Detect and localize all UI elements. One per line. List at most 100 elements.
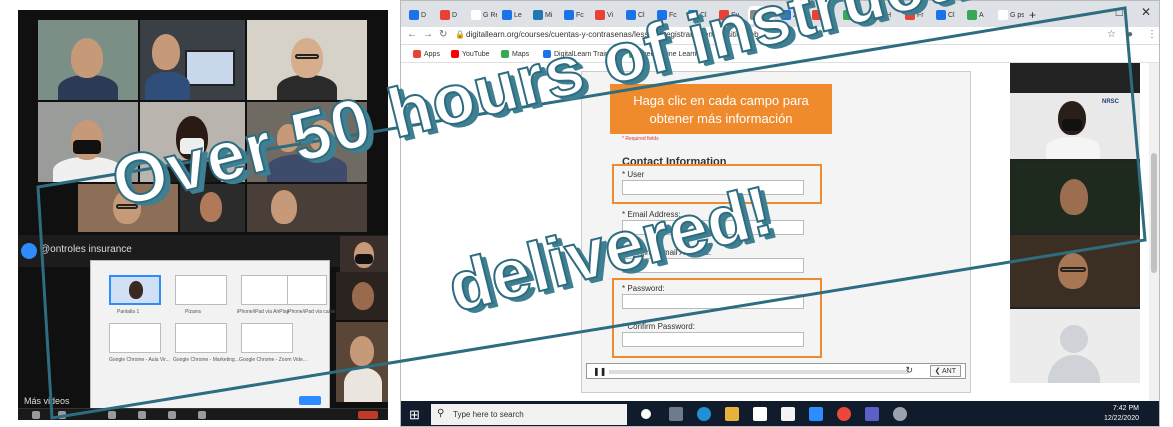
- tab-favicon-icon: [502, 10, 512, 20]
- tab-label: D: [421, 11, 427, 19]
- previous-button[interactable]: ❮ ANT: [929, 365, 961, 377]
- browser-tab[interactable]: Le: [500, 6, 528, 24]
- leave-button[interactable]: [358, 411, 378, 419]
- chat-icon[interactable]: [138, 411, 146, 419]
- more-videos-label: Más videos: [24, 396, 70, 406]
- mute-icon[interactable]: [32, 411, 40, 419]
- reload-icon[interactable]: ↻: [439, 29, 447, 40]
- page-scrollbar[interactable]: [1149, 63, 1159, 401]
- tab-label: Fc: [576, 11, 584, 19]
- cortana-icon[interactable]: [641, 409, 651, 419]
- tab-label: Le: [514, 11, 522, 19]
- record-icon[interactable]: [198, 411, 206, 419]
- lock-icon: 🔒: [455, 30, 465, 39]
- participant-tile: [140, 20, 245, 100]
- required-note: * Required fields: [622, 136, 659, 142]
- menu-icon[interactable]: ⋮: [1147, 29, 1157, 40]
- share-option[interactable]: [175, 323, 227, 353]
- minimize-button[interactable]: –: [1091, 5, 1098, 19]
- zoom-icon[interactable]: [809, 407, 823, 421]
- clock-time: 7:42 PM: [1112, 405, 1139, 412]
- taskbar-search[interactable]: Type here to search: [431, 404, 627, 425]
- confirm-password-input[interactable]: [622, 332, 804, 347]
- edge-icon[interactable]: [697, 407, 711, 421]
- browser-tab[interactable]: D: [407, 6, 435, 24]
- promo-collage: @ontroles insurance Pantalla 1 Pizarra i…: [0, 0, 1173, 427]
- participant-tile: [336, 322, 388, 402]
- participant-tile: NRSC: [1010, 93, 1140, 159]
- share-option[interactable]: [175, 275, 227, 305]
- share-option-label: iPhone/iPad vía AirPlay: [237, 309, 289, 315]
- bookmark-item[interactable]: Apps: [413, 50, 440, 58]
- participant-tile: [1010, 161, 1140, 233]
- share-option-label: Google Chrome - Marketing...: [173, 357, 239, 363]
- tab-label: D: [452, 11, 458, 19]
- forward-icon[interactable]: →: [423, 29, 433, 40]
- share-confirm-button[interactable]: [299, 396, 321, 405]
- tab-favicon-icon: [564, 10, 574, 20]
- tab-label: A: [979, 11, 984, 19]
- replay-button[interactable]: ↻: [905, 365, 913, 376]
- settings-icon[interactable]: [893, 407, 907, 421]
- browser-tab[interactable]: G Re: [469, 6, 497, 24]
- teams-icon[interactable]: [865, 407, 879, 421]
- participant-gallery: NRSC: [1010, 63, 1140, 383]
- share-icon[interactable]: [168, 411, 176, 419]
- clock-date: 12/22/2020: [1103, 415, 1139, 422]
- bookmark-label: Apps: [424, 50, 440, 58]
- maximize-button[interactable]: □: [1116, 5, 1123, 19]
- pause-button[interactable]: ❚❚: [593, 367, 606, 376]
- share-option-label: iPhone/iPad vía cable: [287, 309, 336, 315]
- video-icon[interactable]: [58, 411, 66, 419]
- participant-tile: [336, 272, 388, 320]
- tab-label: Mi: [545, 11, 553, 19]
- zoom-logo-icon: [21, 243, 37, 259]
- store-icon[interactable]: [753, 407, 767, 421]
- share-option[interactable]: [241, 275, 293, 305]
- share-option[interactable]: [241, 323, 293, 353]
- lesson-player-bar: ❚❚ ↻ ❮ ANT: [586, 363, 966, 379]
- tab-favicon-icon: [533, 10, 543, 20]
- banner-line: Haga clic en cada campo para: [633, 93, 809, 108]
- browser-tab[interactable]: Fc: [562, 6, 590, 24]
- browser-tab[interactable]: G ps: [996, 6, 1024, 24]
- mail-icon[interactable]: [781, 407, 795, 421]
- participant-tile: [38, 20, 138, 100]
- star-icon[interactable]: ☆: [1107, 29, 1116, 40]
- participant-tile: [1010, 235, 1140, 307]
- tab-favicon-icon: [440, 10, 450, 20]
- zoom-toolbar: [18, 408, 388, 420]
- new-tab-button[interactable]: +: [1027, 6, 1055, 24]
- participant-tile: [247, 184, 367, 232]
- back-icon[interactable]: ←: [407, 29, 417, 40]
- avatar-placeholder-icon: [1060, 325, 1088, 353]
- password-input[interactable]: [622, 294, 804, 309]
- chrome-icon[interactable]: [837, 407, 851, 421]
- field-label: * User: [622, 170, 645, 179]
- share-option[interactable]: [109, 275, 161, 305]
- meeting-name: @ontroles insurance: [40, 244, 132, 255]
- tab-favicon-icon: [998, 10, 1008, 20]
- share-option[interactable]: [287, 275, 327, 305]
- share-option-label: Google Chrome - Zoom Vide...: [239, 357, 307, 363]
- share-screen-dialog: Pantalla 1 Pizarra iPhone/iPad vía AirPl…: [90, 260, 335, 412]
- windows-start-icon[interactable]: ⊞: [409, 407, 420, 423]
- taskbar-clock: 7:42 PM 12/22/2020: [1104, 404, 1139, 424]
- browser-tab[interactable]: D: [438, 6, 466, 24]
- progress-track[interactable]: [609, 370, 909, 374]
- file-explorer-icon[interactable]: [725, 407, 739, 421]
- browser-tab[interactable]: Mi: [531, 6, 559, 24]
- task-view-icon[interactable]: [669, 407, 683, 421]
- close-button[interactable]: ✕: [1141, 5, 1151, 19]
- share-option[interactable]: [109, 323, 161, 353]
- participant-tile: [1010, 309, 1140, 383]
- tab-label: G ps: [1010, 11, 1024, 19]
- participants-icon[interactable]: [108, 411, 116, 419]
- tab-favicon-icon: [595, 10, 605, 20]
- share-option-label: Pizarra: [185, 309, 201, 315]
- participant-tile: [340, 236, 388, 272]
- tab-favicon-icon: [409, 10, 419, 20]
- share-option-label: Pantalla 1: [117, 309, 140, 315]
- video-call-screenshot: @ontroles insurance Pantalla 1 Pizarra i…: [18, 10, 388, 420]
- profile-icon[interactable]: ●: [1127, 29, 1133, 40]
